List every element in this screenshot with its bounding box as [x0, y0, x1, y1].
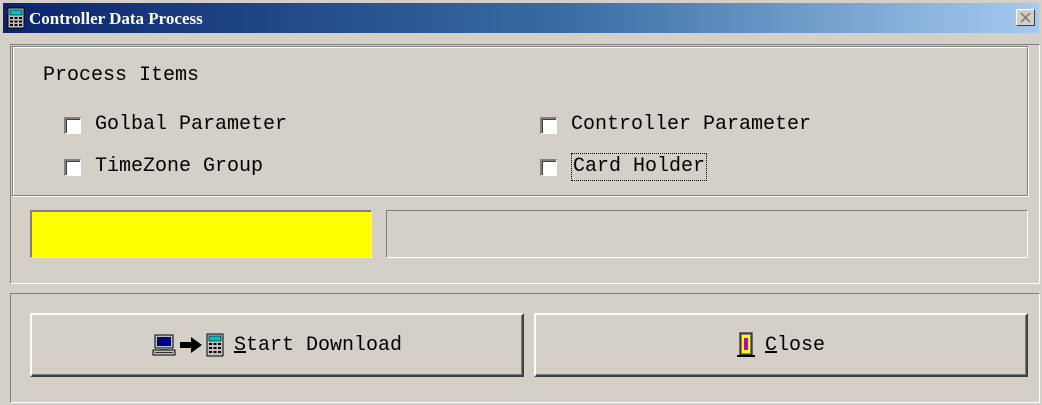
- calculator-icon: [7, 7, 25, 29]
- close-label: Close: [765, 334, 825, 357]
- checkbox-box[interactable]: [64, 116, 81, 134]
- checkbox-label: TimeZone Group: [95, 155, 264, 178]
- close-mnemonic: C: [764, 333, 777, 357]
- checkbox-label: Controller Parameter: [571, 113, 812, 136]
- close-button-icons: [736, 332, 755, 358]
- checkbox-box[interactable]: [540, 116, 557, 134]
- progress-indicator: [30, 210, 372, 258]
- checkbox-global-parameter[interactable]: Golbal Parameter: [64, 113, 287, 137]
- checkbox-controller-parameter[interactable]: Controller Parameter: [540, 113, 811, 137]
- close-icon[interactable]: [1016, 9, 1035, 26]
- exit-door-icon: [736, 332, 755, 357]
- start-download-icons: [152, 333, 224, 357]
- dialog-window: Controller Data Process Process Items Go…: [0, 0, 1042, 405]
- checkbox-box[interactable]: [540, 158, 557, 176]
- arrow-right-icon: [179, 337, 202, 353]
- title-bar[interactable]: Controller Data Process: [3, 3, 1039, 33]
- start-download-label: Start Download: [234, 334, 402, 357]
- start-download-mnemonic: S: [233, 333, 246, 357]
- close-button[interactable]: Close: [534, 313, 1028, 377]
- groupbox-legend: Process Items: [42, 64, 201, 88]
- checkbox-label: Golbal Parameter: [95, 113, 288, 136]
- checkbox-label: Card Holder: [570, 153, 708, 181]
- checkbox-timezone-group[interactable]: TimeZone Group: [64, 155, 263, 179]
- computer-icon: [152, 334, 176, 356]
- checkbox-card-holder[interactable]: Card Holder: [540, 153, 708, 181]
- start-download-rest: tart Download: [245, 333, 403, 357]
- close-rest: lose: [777, 333, 826, 357]
- window-title: Controller Data Process: [29, 9, 203, 28]
- calculator-icon: [206, 333, 224, 357]
- checkbox-box[interactable]: [64, 158, 81, 176]
- start-download-button[interactable]: Start Download: [30, 313, 524, 377]
- status-field: [386, 210, 1028, 258]
